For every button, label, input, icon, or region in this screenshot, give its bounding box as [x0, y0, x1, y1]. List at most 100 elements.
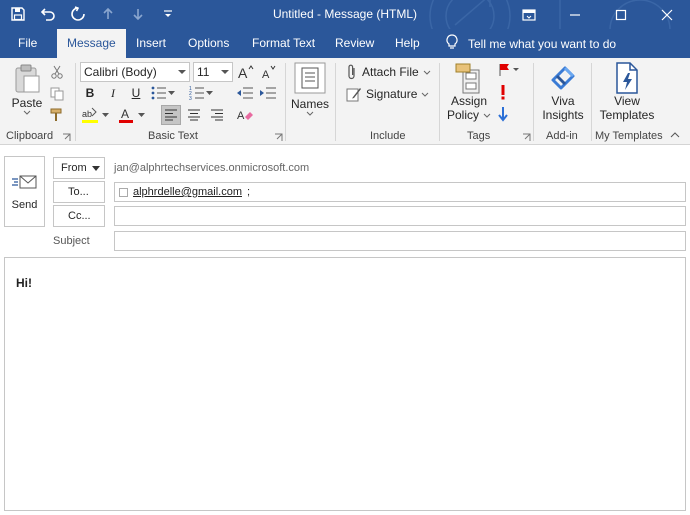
tab-message[interactable]: Message: [57, 29, 126, 58]
assign-policy-line2: Policy: [447, 108, 480, 122]
tab-insert[interactable]: Insert: [136, 29, 166, 58]
to-label: To...: [68, 186, 89, 198]
ribbon-display-options-icon[interactable]: [506, 0, 552, 29]
low-importance-icon[interactable]: [493, 104, 513, 124]
svg-text:A: A: [121, 107, 129, 121]
include-group-label: Include: [370, 130, 406, 142]
ribbon-tabs: File Message Insert Options Format Text …: [0, 29, 690, 58]
clear-formatting-icon[interactable]: A: [235, 105, 255, 125]
view-templates-line2: Templates: [599, 108, 655, 122]
from-button[interactable]: From: [53, 157, 105, 179]
send-button[interactable]: Send: [4, 156, 45, 227]
attach-file-button[interactable]: Attach File: [346, 64, 431, 80]
svg-text:3: 3: [189, 96, 192, 100]
close-icon[interactable]: [644, 0, 690, 29]
recipient-checkbox: [119, 187, 128, 197]
recipient-chip[interactable]: alphrdelle@gmail.com;: [119, 186, 250, 198]
recipient-address: alphrdelle@gmail.com: [133, 186, 242, 198]
tell-me-search[interactable]: Tell me what you want to do: [446, 29, 616, 58]
align-center-icon[interactable]: [184, 105, 204, 125]
high-importance-icon[interactable]: [493, 82, 513, 102]
message-body[interactable]: Hi!: [4, 257, 686, 511]
view-templates-button[interactable]: View Templates: [596, 62, 658, 122]
signature-icon: [346, 88, 361, 102]
attach-file-label: Attach File: [362, 65, 419, 79]
clipboard-group-label: Clipboard: [6, 130, 54, 142]
basic-text-launcher-icon[interactable]: [274, 131, 283, 141]
format-painter-icon[interactable]: [47, 105, 67, 125]
from-address: jan@alphrtechservices.onmicrosoft.com: [114, 162, 310, 174]
font-color-icon[interactable]: A: [116, 105, 136, 125]
signature-button[interactable]: Signature: [346, 86, 429, 102]
templates-group-label: My Templates: [595, 130, 663, 142]
subject-label: Subject: [53, 235, 90, 247]
send-envelope-icon: [11, 175, 36, 188]
assign-policy-button[interactable]: Assign Policy: [447, 62, 491, 122]
copy-icon[interactable]: [47, 84, 67, 104]
minimize-icon[interactable]: [552, 0, 598, 29]
paste-label: Paste: [11, 96, 43, 110]
assign-policy-line1: Assign: [450, 94, 488, 108]
signature-label: Signature: [366, 87, 418, 101]
align-left-icon[interactable]: [161, 105, 181, 125]
collapse-ribbon-icon[interactable]: [668, 128, 682, 142]
title-bar: Untitled - Message (HTML): [0, 0, 690, 29]
chevron-down-icon[interactable]: [166, 83, 176, 103]
clipboard-launcher-icon[interactable]: [62, 131, 71, 141]
chevron-down-icon[interactable]: [204, 83, 214, 103]
names-button[interactable]: Names: [290, 62, 330, 116]
underline-button[interactable]: U: [126, 83, 146, 103]
chevron-down-icon: [221, 70, 229, 74]
tab-file[interactable]: File: [18, 29, 37, 58]
tab-help[interactable]: Help: [395, 29, 420, 58]
svg-text:A: A: [238, 65, 248, 80]
tab-format-text[interactable]: Format Text: [252, 29, 315, 58]
viva-insights-icon: [551, 66, 575, 90]
send-label: Send: [11, 198, 38, 211]
address-book-icon: [294, 62, 326, 94]
chevron-down-icon[interactable]: [136, 105, 146, 125]
svg-text:A: A: [262, 69, 270, 80]
from-label: From: [61, 162, 87, 174]
paste-button[interactable]: Paste: [8, 64, 46, 115]
maximize-icon[interactable]: [598, 0, 644, 29]
tags-launcher-icon[interactable]: [522, 131, 531, 141]
chevron-down-icon[interactable]: [100, 105, 110, 125]
font-size-value: 11: [197, 65, 210, 79]
addin-group-label: Add-in: [546, 130, 578, 142]
ribbon: Paste Clipboard Calibri (Body) 11 A A B …: [0, 58, 690, 145]
view-templates-line1: View: [614, 94, 640, 108]
cc-button[interactable]: Cc...: [53, 205, 105, 227]
chevron-down-icon: [23, 110, 31, 115]
tab-review[interactable]: Review: [335, 29, 374, 58]
viva-insights-button[interactable]: Viva Insights: [538, 62, 588, 122]
decrease-indent-icon[interactable]: [235, 83, 255, 103]
shrink-font-icon[interactable]: A: [259, 62, 279, 82]
align-right-icon[interactable]: [207, 105, 227, 125]
basic-text-group-label: Basic Text: [148, 130, 198, 142]
cut-icon[interactable]: [47, 62, 67, 82]
recipient-separator: ;: [247, 186, 251, 198]
tab-options[interactable]: Options: [188, 29, 229, 58]
to-button[interactable]: To...: [53, 181, 105, 203]
font-name-combo[interactable]: Calibri (Body): [80, 62, 190, 82]
to-field[interactable]: alphrdelle@gmail.com;: [114, 182, 686, 202]
italic-button[interactable]: I: [103, 83, 123, 103]
chevron-down-icon: [91, 165, 100, 171]
chevron-down-icon: [423, 70, 431, 75]
viva-line1: Viva: [551, 94, 575, 108]
cc-field[interactable]: [114, 206, 686, 226]
paperclip-icon: [348, 64, 355, 80]
follow-up-flag-icon[interactable]: [495, 60, 523, 80]
cc-label: Cc...: [68, 210, 91, 222]
font-size-combo[interactable]: 11: [193, 62, 233, 82]
increase-indent-icon[interactable]: [258, 83, 278, 103]
tell-me-text: Tell me what you want to do: [468, 36, 617, 51]
bold-button[interactable]: B: [80, 83, 100, 103]
highlight-icon[interactable]: ab: [80, 105, 100, 125]
grow-font-icon[interactable]: A: [236, 62, 256, 82]
chevron-down-icon: [178, 70, 186, 74]
paste-icon: [15, 64, 40, 93]
subject-field[interactable]: [114, 231, 686, 251]
templates-icon: [616, 62, 638, 94]
